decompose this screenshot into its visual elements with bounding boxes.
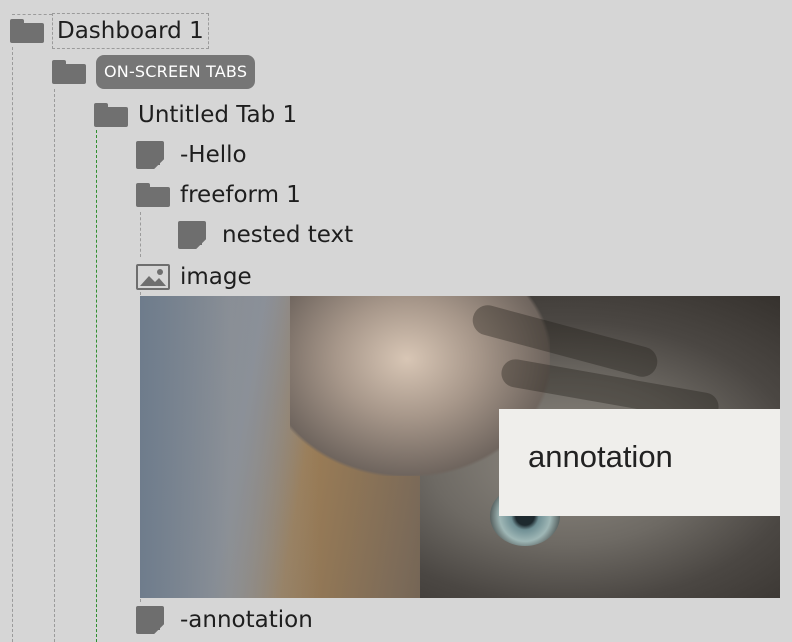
tree-item-nested-text[interactable]: nested text [178, 218, 357, 252]
text-icon [136, 606, 164, 634]
tree-node-tabs-container[interactable]: ON-SCREEN TABS [52, 55, 256, 89]
tree-item-annotation[interactable]: -annotation [136, 603, 317, 637]
folder-icon [94, 103, 128, 127]
tree-node-label: -Hello [180, 142, 247, 168]
image-icon [136, 264, 170, 290]
folder-icon [10, 19, 44, 43]
tree-item-hello[interactable]: -Hello [136, 138, 251, 172]
tabs-container-label: ON-SCREEN TABS [96, 55, 256, 89]
annotation-overlay[interactable]: annotation [499, 409, 780, 516]
text-icon [178, 221, 206, 249]
tree-node-label: Dashboard 1 [52, 13, 209, 49]
tree-node-label: freeform 1 [180, 182, 301, 208]
annotation-text: annotation [528, 439, 673, 474]
text-icon [136, 141, 164, 169]
tree-node-label: Untitled Tab 1 [138, 102, 298, 128]
folder-icon [52, 60, 86, 84]
tree-node-label: image [180, 264, 252, 290]
tree-node-dashboard[interactable]: Dashboard 1 [10, 13, 209, 49]
tree-node-label: -annotation [180, 607, 313, 633]
tree-node-label: nested text [222, 222, 354, 248]
tree-item-freeform[interactable]: freeform 1 [136, 178, 305, 212]
folder-icon [136, 183, 170, 207]
tree-node-tab[interactable]: Untitled Tab 1 [94, 98, 301, 132]
tree-item-image[interactable]: image [136, 260, 256, 294]
